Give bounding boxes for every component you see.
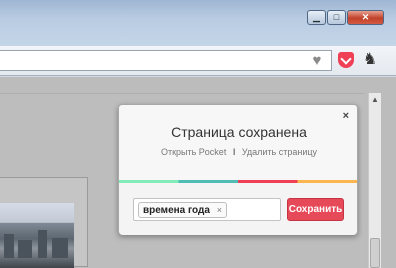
panel-title: Страница сохранена [171, 124, 307, 140]
tag-chip: времена года × [138, 202, 227, 218]
panel-links: Открыть Pocket I Удалить страницу [119, 147, 359, 157]
panel-close-icon[interactable]: × [343, 110, 349, 122]
tag-input[interactable]: времена года × [133, 198, 281, 221]
city-photo [0, 203, 74, 268]
tag-area: времена года × Сохранить [119, 183, 357, 235]
extension-icon[interactable]: ♞ [362, 51, 378, 69]
address-bar[interactable]: ♥ [0, 50, 332, 71]
maximize-button[interactable]: □ [327, 10, 346, 25]
tag-label: времена года [143, 205, 210, 216]
photo-building [18, 240, 32, 258]
scroll-thumb[interactable] [370, 238, 380, 268]
open-pocket-link[interactable]: Открыть Pocket [161, 147, 226, 157]
window-controls: ▁ □ ✕ [306, 10, 384, 25]
photo-building [4, 234, 14, 258]
close-window-button[interactable]: ✕ [347, 10, 384, 25]
minimize-button[interactable]: ▁ [307, 10, 326, 25]
tag-remove-icon[interactable]: × [217, 205, 222, 215]
heart-icon[interactable]: ♥ [309, 53, 325, 69]
photo-building [52, 238, 68, 258]
navigation-toolbar: ♥ ♞ [0, 46, 396, 76]
window-titlebar: ▁ □ ✕ [0, 0, 396, 48]
vertical-scrollbar[interactable]: ▲ [368, 93, 381, 268]
photo-building [38, 230, 47, 258]
remove-page-link[interactable]: Удалить страницу [242, 147, 317, 157]
save-button[interactable]: Сохранить [287, 198, 344, 221]
pocket-button[interactable] [338, 52, 354, 68]
pocket-saved-panel: × Страница сохранена Открыть Pocket I Уд… [118, 104, 358, 235]
scroll-up-arrow[interactable]: ▲ [369, 95, 381, 105]
link-separator: I [232, 147, 236, 157]
